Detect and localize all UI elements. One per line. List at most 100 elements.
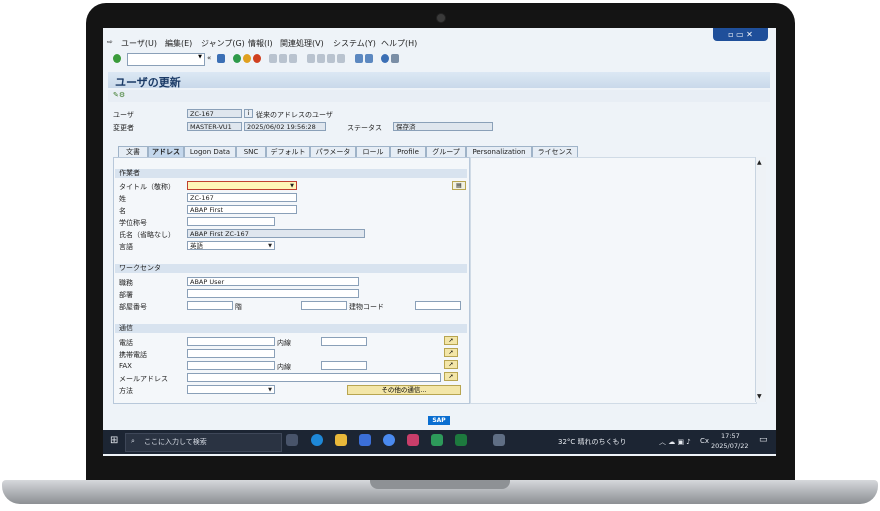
- last-name-label: 姓: [119, 195, 126, 203]
- phone-label: 電話: [119, 339, 133, 347]
- menu-goto[interactable]: ジャンプ(G): [201, 38, 245, 49]
- room-number-input[interactable]: [187, 301, 233, 310]
- fax-input[interactable]: [187, 361, 275, 370]
- chevron-down-icon: ▼: [290, 183, 294, 189]
- fax-more-button[interactable]: ➚: [444, 360, 458, 369]
- shortcut-icon[interactable]: [365, 54, 373, 63]
- window-controls[interactable]: ▫ ▭ ✕: [713, 28, 768, 41]
- user-label: ユーザ: [113, 111, 134, 119]
- notification-icon[interactable]: ▭: [759, 435, 768, 445]
- sap-menu-icon[interactable]: ⇨: [107, 38, 113, 46]
- windows-start-icon[interactable]: ⊞: [110, 435, 118, 446]
- extension-label: 内線: [277, 339, 291, 347]
- scroll-up-icon[interactable]: ▲: [757, 159, 762, 166]
- menu-environment[interactable]: 関連処理(V): [280, 38, 324, 49]
- store-icon[interactable]: [359, 434, 371, 446]
- academic-title-label: 学位称号: [119, 219, 147, 227]
- first-name-input[interactable]: ABAP First: [187, 205, 297, 214]
- academic-title-input[interactable]: [187, 217, 275, 226]
- title-bar: [108, 72, 770, 88]
- mobile-more-button[interactable]: ➚: [444, 348, 458, 357]
- weather-widget[interactable]: 32°C 晴れのちくもり: [558, 437, 627, 447]
- clock-date[interactable]: 2025/07/22: [711, 442, 748, 450]
- back-icon[interactable]: [233, 54, 241, 63]
- application-toolbar: [108, 90, 770, 102]
- title-select[interactable]: ▼: [187, 181, 297, 190]
- chevron-down-icon: ▼: [198, 54, 202, 60]
- menu-user[interactable]: ユーザ(U): [121, 38, 157, 49]
- mobile-label: 携帯電話: [119, 351, 147, 359]
- phone-more-button[interactable]: ➚: [444, 336, 458, 345]
- building-code-label: 建物コード: [349, 303, 384, 311]
- next-page-icon[interactable]: [327, 54, 335, 63]
- full-name-field: ABAP First ZC-167: [187, 229, 365, 238]
- last-page-icon[interactable]: [337, 54, 345, 63]
- print-icon[interactable]: [269, 54, 277, 63]
- address-detail-icon[interactable]: ▤: [452, 181, 466, 190]
- sap-gui-icon[interactable]: [493, 434, 505, 446]
- status-field: 保存済: [393, 122, 493, 131]
- notepad-icon[interactable]: [431, 434, 443, 446]
- exit-icon[interactable]: [243, 54, 251, 63]
- back-chevron[interactable]: «: [207, 54, 211, 62]
- edge-icon[interactable]: [311, 434, 323, 446]
- title-label: タイトル（敬称）: [119, 183, 175, 191]
- new-session-icon[interactable]: [355, 54, 363, 63]
- taskbar-search[interactable]: ⌕ ここに入力して検索: [125, 433, 282, 452]
- help-icon[interactable]: [381, 54, 389, 63]
- floor-input[interactable]: [301, 301, 347, 310]
- first-name-label: 名: [119, 207, 126, 215]
- menu-edit[interactable]: 編集(E): [165, 38, 192, 49]
- info-icon[interactable]: i: [244, 109, 253, 118]
- phone-input[interactable]: [187, 337, 275, 346]
- chrome-icon[interactable]: [383, 434, 395, 446]
- function-label: 職務: [119, 279, 133, 287]
- vertical-scrollbar[interactable]: ▲ ▼: [755, 157, 766, 402]
- method-select[interactable]: ▼: [187, 385, 275, 394]
- other-communication-button[interactable]: その他の通信...: [347, 385, 461, 395]
- excel-icon[interactable]: [455, 434, 467, 446]
- find-next-icon[interactable]: [289, 54, 297, 63]
- fax-extension-input[interactable]: [321, 361, 367, 370]
- sap-logo: SAP: [428, 416, 450, 425]
- file-explorer-icon[interactable]: [335, 434, 347, 446]
- system-tray-icons[interactable]: ︿ ☁ ▣ ♪: [659, 437, 691, 447]
- email-input[interactable]: [187, 373, 441, 382]
- laptop-notch: [370, 480, 510, 489]
- extension-input[interactable]: [321, 337, 367, 346]
- chevron-down-icon: ▼: [268, 243, 272, 249]
- previous-page-icon[interactable]: [317, 54, 325, 63]
- status-label: ステータス: [347, 124, 382, 132]
- department-input[interactable]: [187, 289, 359, 298]
- ime-indicator[interactable]: Cx: [700, 437, 709, 445]
- clock-time[interactable]: 17:57: [721, 432, 740, 440]
- task-view-icon[interactable]: [286, 434, 298, 446]
- menu-help[interactable]: ヘルプ(H): [381, 38, 417, 49]
- menu-info[interactable]: 情報(I): [248, 38, 273, 49]
- mobile-input[interactable]: [187, 349, 275, 358]
- function-input[interactable]: ABAP User: [187, 277, 359, 286]
- last-name-input[interactable]: ZC-167: [187, 193, 297, 202]
- user-field: ZC-167: [187, 109, 242, 118]
- changed-datetime-field: 2025/06/02 19:56:28: [244, 122, 326, 131]
- save-icon[interactable]: [217, 54, 225, 63]
- fax-label: FAX: [119, 362, 132, 370]
- screen: ⇨ ユーザ(U) 編集(E) ジャンプ(G) 情報(I) 関連処理(V) システ…: [103, 28, 776, 456]
- scroll-down-icon[interactable]: ▼: [757, 393, 762, 400]
- cancel-icon[interactable]: [253, 54, 261, 63]
- find-icon[interactable]: [279, 54, 287, 63]
- enter-icon[interactable]: [113, 54, 121, 63]
- display-change-icon[interactable]: ✎⚙: [113, 91, 125, 99]
- layout-menu-icon[interactable]: [391, 54, 399, 63]
- building-code-input[interactable]: [415, 301, 461, 310]
- detail-panel: [470, 157, 757, 404]
- email-more-button[interactable]: ➚: [444, 372, 458, 381]
- email-label: メールアドレス: [119, 375, 168, 383]
- first-page-icon[interactable]: [307, 54, 315, 63]
- teams-icon[interactable]: [407, 434, 419, 446]
- menu-system[interactable]: システム(Y): [333, 38, 376, 49]
- workcenter-section-header: ワークセンタ: [115, 264, 467, 273]
- language-select[interactable]: 英語 ▼: [187, 241, 275, 250]
- command-field[interactable]: ▼: [127, 53, 205, 66]
- floor-label: 階: [235, 303, 242, 311]
